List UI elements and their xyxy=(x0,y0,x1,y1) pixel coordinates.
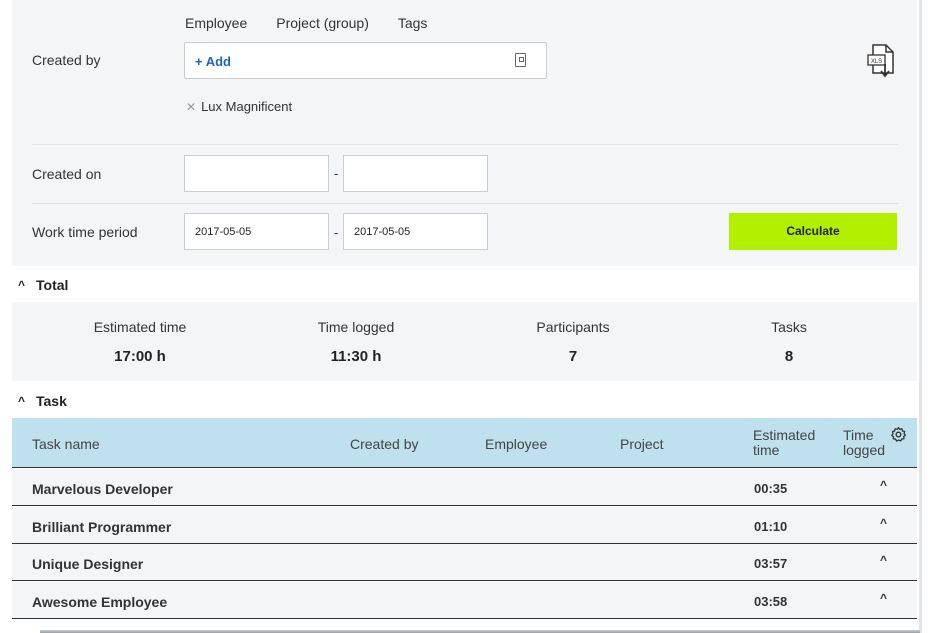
task-name: Marvelous Developer xyxy=(32,481,173,497)
address-book-icon[interactable] xyxy=(515,53,526,67)
gear-icon[interactable] xyxy=(890,426,907,446)
stat-participants: Participants 7 xyxy=(483,319,663,365)
created-on-label: Created on xyxy=(32,166,102,182)
expand-caret-icon[interactable]: ^ xyxy=(880,591,887,605)
date-separator: - xyxy=(334,166,339,181)
task-table-header: Task name Created by Employee Project Es… xyxy=(12,418,917,468)
total-section-header[interactable]: ^ Total xyxy=(12,266,917,302)
svg-text:XLS: XLS xyxy=(871,59,882,65)
stat-value: 17:00 h xyxy=(114,348,166,365)
created-by-label: Created by xyxy=(32,52,101,68)
stat-value: 11:30 h xyxy=(330,348,382,365)
stat-estimated-time: Estimated time 17:00 h xyxy=(50,319,230,365)
stat-value: 7 xyxy=(568,348,578,365)
task-name: Awesome Employee xyxy=(32,594,168,610)
estimated-time: 01:10 xyxy=(754,519,788,534)
column-project[interactable]: Project xyxy=(620,436,664,452)
stat-label: Estimated time xyxy=(93,319,187,335)
column-created-by[interactable]: Created by xyxy=(350,436,418,452)
stat-label: Participants xyxy=(536,319,610,335)
column-employee[interactable]: Employee xyxy=(485,436,547,452)
tab-project-group[interactable]: Project (group) xyxy=(276,15,369,31)
selected-chip: ✕ Lux Magnificent xyxy=(186,99,292,114)
tab-tags[interactable]: Tags xyxy=(398,15,428,31)
filter-tabs: Employee Project (group) Tags xyxy=(185,15,427,31)
remove-icon[interactable]: ✕ xyxy=(186,100,196,114)
created-on-to-input[interactable] xyxy=(343,155,488,192)
created-on-from-input[interactable] xyxy=(184,155,329,192)
column-estimated-time[interactable]: Estimated time xyxy=(753,428,833,458)
task-title: Task xyxy=(36,393,67,409)
estimated-time: 03:58 xyxy=(754,594,788,609)
table-row[interactable]: Unique Designer 03:57 ^ xyxy=(12,544,917,581)
task-name: Unique Designer xyxy=(32,556,144,572)
work-time-from-input[interactable]: 2017-05-05 xyxy=(184,213,329,250)
estimated-time: 00:35 xyxy=(754,481,788,496)
work-time-label: Work time period xyxy=(32,224,138,240)
tab-employee[interactable]: Employee xyxy=(185,15,247,31)
divider xyxy=(32,203,898,204)
filter-panel: Employee Project (group) Tags Created by… xyxy=(12,0,917,266)
add-button[interactable]: + Add xyxy=(195,54,231,69)
export-xls-icon[interactable]: XLS xyxy=(864,42,898,80)
stat-label: Tasks xyxy=(771,319,807,335)
estimated-time: 03:57 xyxy=(754,556,788,571)
expand-caret-icon[interactable]: ^ xyxy=(880,553,887,567)
table-row[interactable]: Awesome Employee 03:58 ^ xyxy=(12,582,917,619)
column-task-name[interactable]: Task name xyxy=(32,436,100,452)
collapse-caret-icon[interactable]: ^ xyxy=(18,278,25,292)
created-by-field[interactable]: + Add xyxy=(184,42,547,79)
calculate-button[interactable]: Calculate xyxy=(729,213,897,250)
divider xyxy=(32,144,898,145)
chip-label: Lux Magnificent xyxy=(201,99,293,114)
collapse-caret-icon[interactable]: ^ xyxy=(18,394,25,408)
task-name: Brilliant Programmer xyxy=(32,519,172,535)
table-row[interactable]: Marvelous Developer 00:35 ^ xyxy=(12,469,917,506)
scrollbar[interactable] xyxy=(917,0,930,633)
stat-label: Time logged xyxy=(317,319,395,335)
table-row[interactable]: Brilliant Programmer 01:10 ^ xyxy=(12,507,917,544)
left-gutter xyxy=(0,0,12,633)
expand-caret-icon[interactable]: ^ xyxy=(880,516,887,530)
stat-time-logged: Time logged 11:30 h xyxy=(266,319,446,365)
total-title: Total xyxy=(36,277,69,293)
date-separator: - xyxy=(334,225,339,240)
stat-value: 8 xyxy=(784,348,794,365)
task-section-header[interactable]: ^ Task xyxy=(12,382,917,418)
total-summary: Estimated time 17:00 h Time logged 11:30… xyxy=(12,302,917,381)
stat-tasks: Tasks 8 xyxy=(699,319,879,365)
work-time-to-input[interactable]: 2017-05-05 xyxy=(343,213,488,250)
expand-caret-icon[interactable]: ^ xyxy=(880,478,887,492)
